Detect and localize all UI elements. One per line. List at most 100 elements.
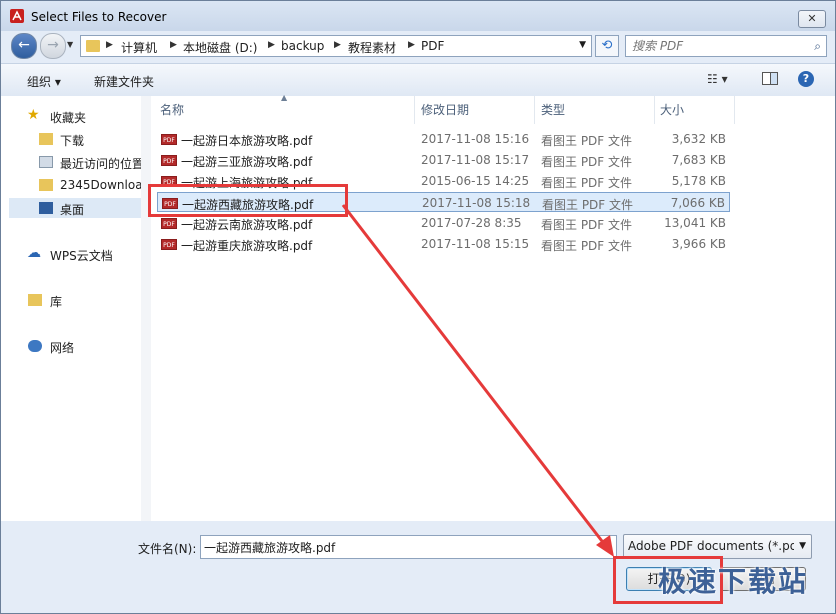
column-divider[interactable] [734,96,735,124]
sidebar-item-label: 2345Downloads [60,178,142,192]
file-date: 2017-11-08 15:16 [421,132,530,146]
column-header-type[interactable]: 类型 [541,101,565,118]
network-icon [28,340,42,352]
chevron-right-icon: ▶ [268,40,275,50]
sidebar-item-library[interactable]: 库 [9,290,141,310]
pdf-file-icon: PDF [161,239,177,250]
sidebar-item-network[interactable]: 网络 [9,336,141,356]
file-size: 3,632 KB [671,132,726,146]
breadcrumb-backup[interactable]: backup [281,39,324,53]
command-bar: 组织 ▾ 新建文件夹 ☷ ▾ ? [1,63,835,97]
pdf-file-icon: PDF [161,134,177,145]
navigation-bar: ← → ▼ ▶ 计算机 ▶ 本地磁盘 (D:) ▶ backup ▶ 教程素材 … [1,31,835,61]
window-title: Select Files to Recover [31,10,167,24]
organize-menu[interactable]: 组织 ▾ [27,73,61,90]
sidebar-item-2345downloads[interactable]: 2345Downloads [9,175,141,195]
file-date: 2017-11-08 15:17 [421,153,530,167]
column-header-name[interactable]: 名称 [160,101,184,118]
breadcrumb-materials[interactable]: 教程素材 [348,39,396,56]
file-size: 5,178 KB [671,174,726,188]
refresh-icon: ⟲ [601,38,613,53]
breadcrumb-drive[interactable]: 本地磁盘 (D:) [183,39,257,56]
recent-pages-dropdown[interactable]: ▼ [67,40,73,49]
file-size: 7,683 KB [671,153,726,167]
close-icon: ✕ [807,12,817,25]
column-divider[interactable] [414,96,415,124]
chevron-right-icon: ▶ [408,40,415,50]
forward-arrow-icon: → [47,37,59,53]
magnifier-icon[interactable]: ⌕ [814,39,821,54]
chevron-down-icon[interactable]: ▼ [579,40,586,50]
back-arrow-icon: ← [18,37,30,53]
star-icon: ★ [27,107,40,123]
file-name: 一起游日本旅游攻略.pdf [181,134,313,148]
file-size: 13,041 KB [664,216,726,230]
file-row[interactable]: PDF 一起游日本旅游攻略.pdf 2017-11-08 15:16 看图王 P… [157,129,730,149]
library-icon [28,294,42,306]
file-size: 3,966 KB [671,237,726,251]
column-divider[interactable] [654,96,655,124]
refresh-button[interactable]: ⟲ [595,35,619,57]
file-row[interactable]: PDF 一起游重庆旅游攻略.pdf 2017-11-08 15:15 看图王 P… [157,234,730,254]
content-area: ★ 收藏夹 下载 最近访问的位置 2345Downloads 桌面 ☁ WP [1,93,835,521]
filename-combo[interactable]: ▼ [200,535,617,559]
file-type: 看图王 PDF 文件 [541,155,633,169]
column-header-size[interactable]: 大小 [660,101,684,118]
file-type: 看图王 PDF 文件 [541,176,633,190]
chevron-right-icon: ▶ [334,40,341,50]
forward-button[interactable]: → [40,33,66,59]
filetype-value: Adobe PDF documents (*.pd [628,539,794,553]
sidebar-scrollbar[interactable] [141,96,151,521]
watermark-text: 极速下载站 [658,565,809,598]
sidebar-item-favorites[interactable]: ★ 收藏夹 [9,106,141,126]
sidebar-item-wps-cloud[interactable]: ☁ WPS云文档 [9,244,141,264]
desktop-icon [39,202,53,214]
file-date: 2015-06-15 14:25 [421,174,530,188]
preview-pane-icon[interactable] [762,72,778,85]
folder-icon [86,40,100,52]
sidebar-item-recent[interactable]: 最近访问的位置 [9,152,141,172]
file-date: 2017-11-08 15:18 [422,196,531,210]
adobe-pdf-icon [10,9,24,23]
sidebar-item-label: 桌面 [60,203,85,217]
column-divider[interactable] [534,96,535,124]
sidebar-item-label: 收藏夹 [50,111,87,125]
filename-label: 文件名(N): [138,542,197,556]
column-header-date[interactable]: 修改日期 [421,101,469,118]
view-options-button[interactable]: ☷ ▾ [707,72,728,86]
sidebar-item-label: 下载 [60,134,85,148]
sidebar-item-label: 库 [50,295,63,309]
search-box[interactable]: ⌕ [625,35,827,57]
chevron-down-icon[interactable]: ▼ [604,541,611,551]
download-folder-icon [39,133,53,145]
recent-places-icon [39,156,53,168]
file-date: 2017-07-28 8:35 [421,216,522,230]
sidebar-item-label: 网络 [50,341,75,355]
sidebar-item-label: 最近访问的位置 [60,157,142,171]
sidebar-item-desktop[interactable]: 桌面 [9,198,141,218]
search-input[interactable] [632,38,802,54]
file-name: 一起游云南旅游攻略.pdf [181,218,313,232]
close-button[interactable]: ✕ [798,10,826,28]
file-name: 一起游重庆旅游攻略.pdf [181,239,313,253]
breadcrumb-pdf[interactable]: PDF [421,39,444,53]
new-folder-button[interactable]: 新建文件夹 [94,73,154,90]
filename-input[interactable] [204,539,594,555]
file-name: 一起游三亚旅游攻略.pdf [181,155,313,169]
sidebar-item-downloads[interactable]: 下载 [9,129,141,149]
back-button[interactable]: ← [11,33,37,59]
navigation-pane: ★ 收藏夹 下载 最近访问的位置 2345Downloads 桌面 ☁ WP [9,96,142,521]
chevron-right-icon: ▶ [170,40,177,50]
file-row[interactable]: PDF 一起游三亚旅游攻略.pdf 2017-11-08 15:17 看图王 P… [157,150,730,170]
help-icon[interactable]: ? [798,71,814,87]
folder-icon [39,179,53,191]
file-type: 看图王 PDF 文件 [541,134,633,148]
file-size: 7,066 KB [670,196,725,210]
pdf-file-icon: PDF [161,155,177,166]
chevron-down-icon: ▼ [799,541,806,551]
breadcrumb-computer[interactable]: 计算机 [121,39,157,56]
chevron-right-icon: ▶ [106,40,113,50]
address-bar[interactable]: ▶ 计算机 ▶ 本地磁盘 (D:) ▶ backup ▶ 教程素材 ▶ PDF … [80,35,592,57]
file-type: 看图王 PDF 文件 [542,198,634,212]
file-date: 2017-11-08 15:15 [421,237,530,251]
